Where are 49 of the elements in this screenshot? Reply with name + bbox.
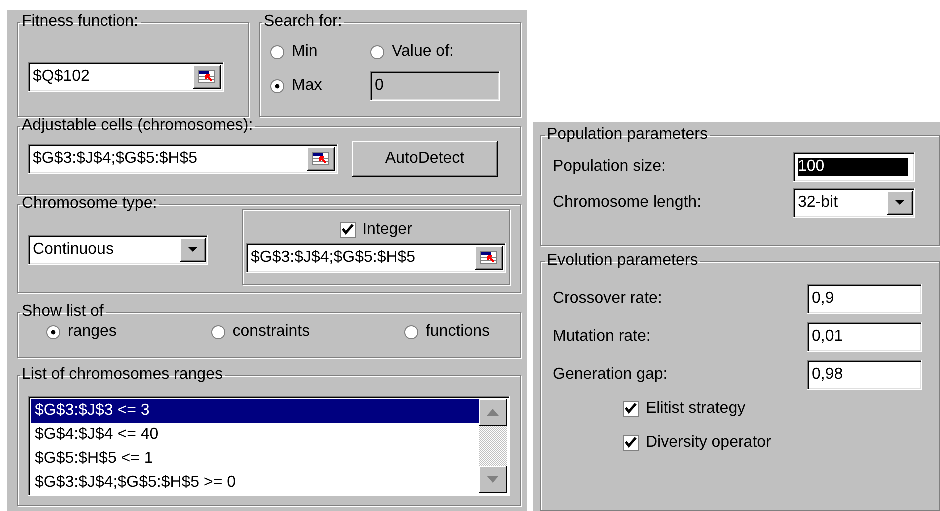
input-field[interactable]: $G$3:$J$4;$G$5:$H$5 — [246, 243, 506, 273]
group-label: Population parameters — [546, 126, 709, 144]
caret-icon — [188, 247, 198, 253]
checkbox[interactable]: Integer — [340, 221, 412, 239]
input-field[interactable]: 0,01 — [807, 322, 922, 352]
range-select-button[interactable] — [475, 246, 503, 270]
list-item[interactable]: $G$5:$H$5 <= 1 — [31, 447, 479, 471]
input-field[interactable]: 0,98 — [807, 360, 922, 390]
group-label: Search for: — [263, 13, 344, 31]
range-select-icon — [312, 152, 330, 166]
input-field[interactable]: $Q$102 — [28, 62, 224, 92]
group-label: Adjustable cells (chromosomes): — [21, 117, 254, 135]
dropdown[interactable]: 32-bit — [793, 188, 915, 218]
radio-button[interactable]: Max — [270, 77, 370, 95]
scroll-up-icon — [487, 409, 499, 416]
dropdown[interactable]: Continuous — [28, 235, 208, 265]
group-label: Evolution parameters — [546, 252, 700, 270]
radio-button[interactable]: Value of: — [370, 43, 510, 61]
range-select-icon — [480, 251, 498, 265]
radio-button[interactable]: constraints — [210, 323, 310, 341]
list-item[interactable]: $G$3:$J$4;$G$5:$H$5 >= 0 — [31, 471, 479, 495]
range-select-button[interactable] — [307, 147, 335, 171]
checkbox[interactable]: Elitist strategy — [623, 400, 929, 418]
field-label: Generation gap: — [553, 366, 668, 384]
group-label: List of chromosomes ranges — [21, 366, 224, 384]
group-label: Chromosome type: — [21, 195, 158, 213]
scroll-down-icon — [487, 476, 499, 483]
radio-button[interactable]: Min — [270, 43, 370, 61]
radio-button[interactable]: functions — [404, 323, 490, 341]
field-label: Chromosome length: — [553, 194, 702, 212]
field-label: Crossover rate: — [553, 290, 662, 308]
dropdown-button[interactable] — [180, 238, 206, 262]
input-field[interactable]: $G$3:$J$4;$G$5:$H$5 — [28, 144, 338, 174]
caret-icon — [895, 200, 905, 206]
dropdown-button[interactable] — [887, 191, 913, 215]
checkbox[interactable]: Diversity operator — [623, 434, 929, 452]
list-item[interactable]: $G$4:$J$4 <= 40 — [31, 423, 479, 447]
input-field[interactable]: 0,9 — [807, 284, 922, 314]
scrollbar[interactable] — [479, 399, 507, 493]
range-select-icon — [198, 70, 216, 84]
field-label: Population size: — [553, 158, 666, 176]
list-item[interactable]: $G$3:$J$3 <= 3 — [31, 399, 479, 423]
group-label: Fitness function: — [21, 13, 140, 31]
autodetect-button[interactable]: AutoDetect — [352, 141, 498, 177]
field-label: Mutation rate: — [553, 328, 651, 346]
radio-button[interactable]: ranges — [46, 323, 117, 341]
group-label: Show list of — [21, 303, 105, 321]
range-select-button[interactable] — [193, 64, 221, 88]
input-field[interactable]: 100 — [793, 152, 915, 182]
